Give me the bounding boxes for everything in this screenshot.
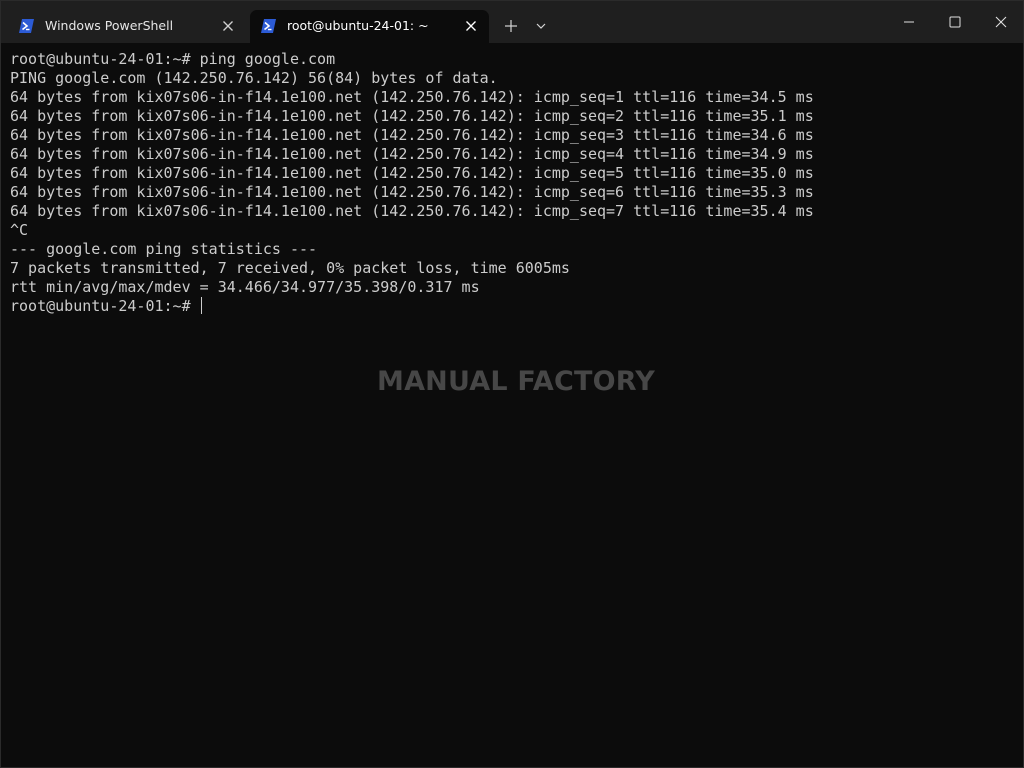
terminal-output[interactable]: root@ubuntu-24-01:~# ping google.com PIN…: [1, 43, 1023, 767]
prompt-line[interactable]: root@ubuntu-24-01:~#: [10, 297, 1023, 316]
close-icon[interactable]: [220, 18, 236, 34]
tab-title: root@ubuntu-24-01: ~: [287, 18, 429, 33]
watermark: MANUAL FACTORY: [377, 366, 656, 397]
text-cursor: [200, 297, 202, 314]
close-icon[interactable]: [463, 18, 479, 34]
shell-prompt: root@ubuntu-24-01:~#: [10, 297, 200, 315]
terminal-line: --- google.com ping statistics ---: [10, 240, 318, 258]
tab-title: Windows PowerShell: [45, 18, 174, 33]
terminal-line: 7 packets transmitted, 7 received, 0% pa…: [10, 259, 570, 277]
minimize-button[interactable]: [894, 7, 924, 37]
close-window-button[interactable]: [986, 7, 1016, 37]
terminal-line: 64 bytes from kix07s06-in-f14.1e100.net …: [10, 145, 814, 163]
terminal-line: rtt min/avg/max/mdev = 34.466/34.977/35.…: [10, 278, 480, 296]
terminal-line: 64 bytes from kix07s06-in-f14.1e100.net …: [10, 164, 814, 182]
title-bar[interactable]: Windows PowerShell root@ubuntu-24-01: ~: [1, 1, 1023, 43]
terminal-line: 64 bytes from kix07s06-in-f14.1e100.net …: [10, 88, 814, 106]
terminal-line: 64 bytes from kix07s06-in-f14.1e100.net …: [10, 183, 814, 201]
tab-dropdown-button[interactable]: [528, 13, 554, 39]
close-icon: [986, 7, 1016, 37]
maximize-button[interactable]: [940, 7, 970, 37]
chevron-down-icon: [528, 13, 554, 39]
terminal-line: 64 bytes from kix07s06-in-f14.1e100.net …: [10, 202, 814, 220]
powershell-icon: [261, 19, 276, 33]
tab-root-ubuntu[interactable]: root@ubuntu-24-01: ~: [250, 10, 489, 43]
terminal-line: 64 bytes from kix07s06-in-f14.1e100.net …: [10, 126, 814, 144]
tab-windows-powershell[interactable]: Windows PowerShell: [8, 10, 246, 43]
terminal-window: Windows PowerShell root@ubuntu-24-01: ~: [0, 0, 1024, 768]
minimize-icon: [894, 7, 924, 37]
maximize-icon: [940, 7, 970, 37]
terminal-line: PING google.com (142.250.76.142) 56(84) …: [10, 69, 498, 87]
plus-icon: [498, 13, 524, 39]
powershell-icon: [19, 19, 34, 33]
terminal-line: 64 bytes from kix07s06-in-f14.1e100.net …: [10, 107, 814, 125]
new-tab-button[interactable]: [498, 13, 524, 39]
terminal-line: ^C: [10, 221, 29, 239]
terminal-line: root@ubuntu-24-01:~# ping google.com: [10, 50, 336, 68]
